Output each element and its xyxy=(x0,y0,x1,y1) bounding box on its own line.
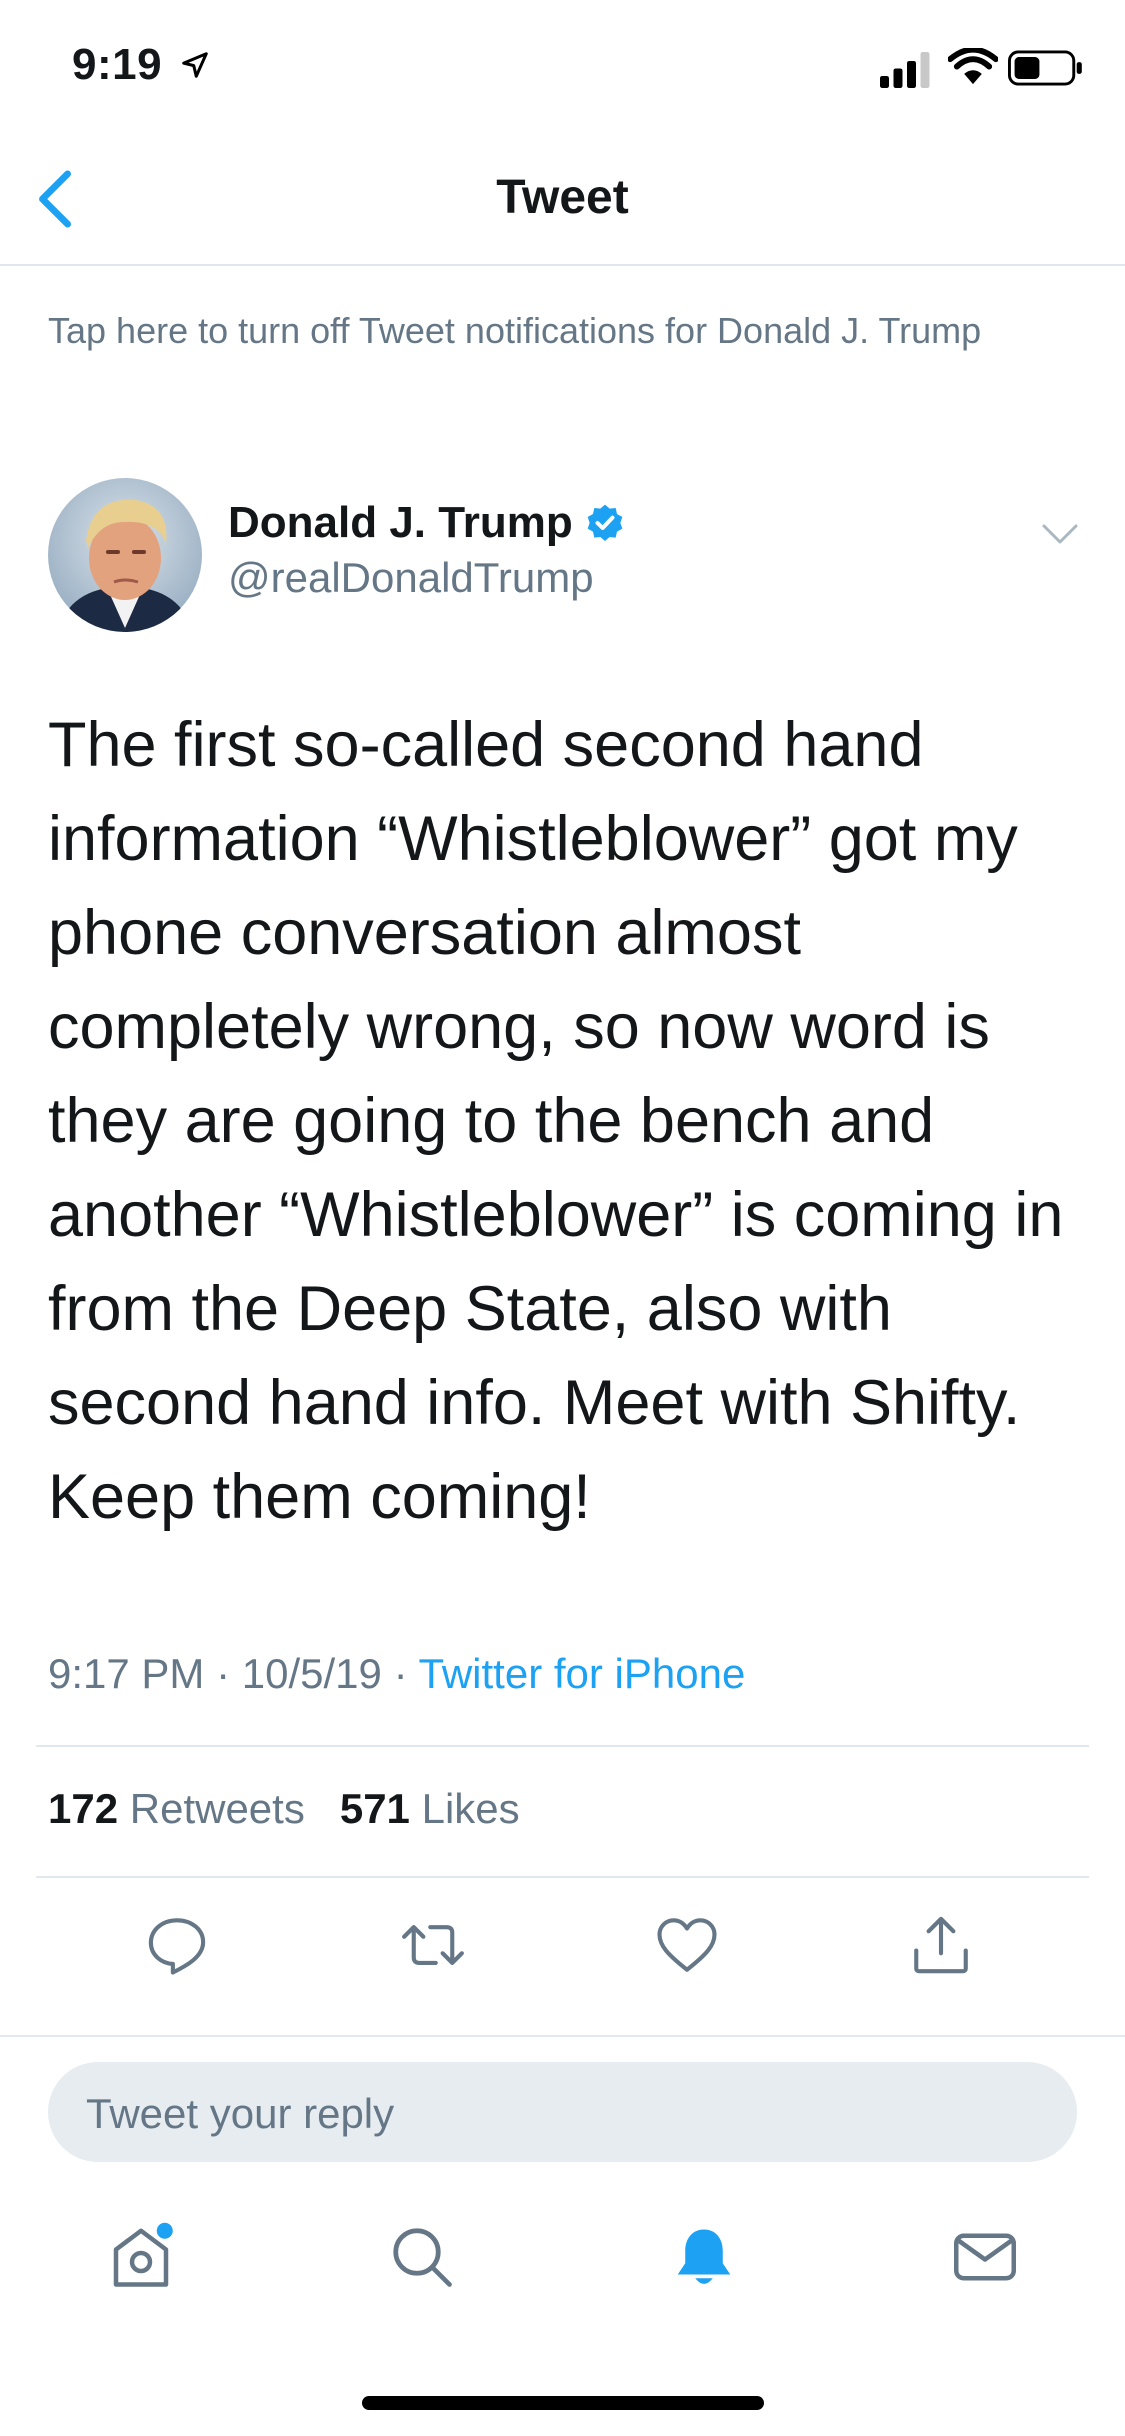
avatar-photo xyxy=(48,478,202,632)
home-indicator[interactable] xyxy=(362,2396,764,2410)
author-name-row[interactable]: Donald J. Trump xyxy=(228,498,625,548)
divider xyxy=(36,1745,1089,1747)
messages-icon[interactable] xyxy=(950,2222,1020,2292)
tweet-meta: 9:17 PM · 10/5/19 · Twitter for iPhone xyxy=(48,1650,745,1698)
notifications-icon[interactable] xyxy=(669,2222,739,2292)
home-icon[interactable] xyxy=(106,2222,176,2292)
likes-label: Likes xyxy=(421,1785,520,1832)
like-icon[interactable] xyxy=(654,1912,720,1978)
tweet-source-link[interactable]: Twitter for iPhone xyxy=(419,1650,746,1697)
reply-icon[interactable] xyxy=(144,1912,210,1978)
author-name[interactable]: Donald J. Trump xyxy=(228,498,573,548)
likes-count: 571 xyxy=(339,1785,410,1832)
chevron-down-icon[interactable] xyxy=(1040,522,1080,548)
divider xyxy=(36,1876,1089,1878)
tweet-date: 10/5/19 xyxy=(241,1650,382,1697)
nav-bar: Tweet xyxy=(0,132,1125,266)
location-arrow-icon xyxy=(182,52,208,78)
verified-badge-icon xyxy=(587,504,623,541)
cellular-signal-icon xyxy=(880,52,930,88)
author-handle[interactable]: @realDonaldTrump xyxy=(228,554,594,602)
search-icon[interactable] xyxy=(387,2222,457,2292)
battery-icon xyxy=(1008,50,1082,86)
retweets-stat[interactable]: 172 Retweets xyxy=(48,1785,305,1832)
section-separator xyxy=(0,2035,1125,2037)
avatar[interactable] xyxy=(48,478,202,632)
reply-input[interactable]: Tweet your reply xyxy=(48,2062,1077,2162)
tweet-time: 9:17 PM xyxy=(48,1650,205,1697)
status-time: 9:19 xyxy=(72,40,163,89)
status-bar: 9:19 xyxy=(0,0,1125,132)
retweets-count: 172 xyxy=(48,1785,119,1832)
retweets-label: Retweets xyxy=(129,1785,305,1832)
meta-separator: · xyxy=(393,1650,408,1697)
tweet-stats: 172 Retweets 571 Likes xyxy=(48,1785,520,1833)
share-icon[interactable] xyxy=(908,1912,974,1978)
page-title: Tweet xyxy=(496,171,629,224)
meta-separator: · xyxy=(216,1650,231,1697)
new-content-dot xyxy=(156,2222,173,2239)
wifi-icon xyxy=(948,48,998,85)
likes-stat[interactable]: 571 Likes xyxy=(340,1785,520,1832)
retweet-icon[interactable] xyxy=(400,1912,466,1978)
tweet-text: The first so-called second hand informat… xyxy=(48,710,1064,1532)
reply-placeholder: Tweet your reply xyxy=(86,2090,395,2137)
notification-toggle-banner[interactable]: Tap here to turn off Tweet notifications… xyxy=(48,308,1008,354)
